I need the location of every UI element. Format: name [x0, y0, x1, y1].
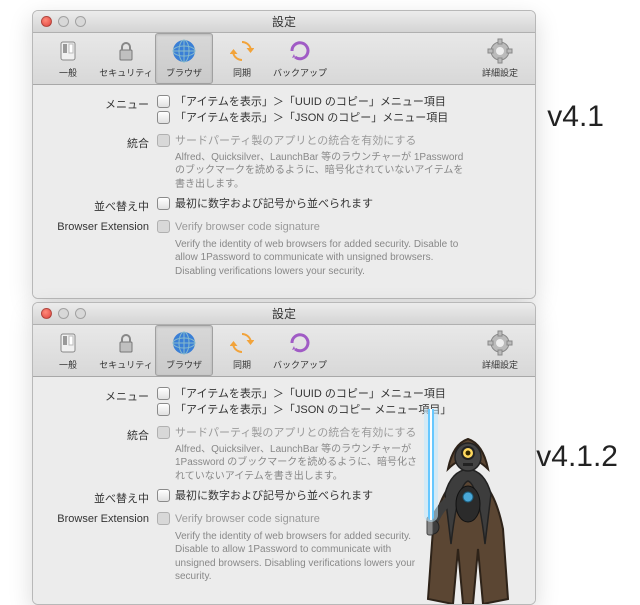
- tab-sync-label: 同期: [233, 66, 251, 79]
- browser-ext-desc: Verify the identity of web browsers for …: [157, 530, 417, 584]
- backup-icon: [287, 38, 313, 64]
- integration-label: 統合: [47, 134, 157, 151]
- content-area: メニュー 「アイテムを表示」＞「UUID のコピー」メニュー項目 「アイテムを表…: [33, 85, 535, 298]
- checkbox-json[interactable]: [157, 111, 170, 124]
- window-title: 設定: [272, 13, 296, 30]
- tab-backup[interactable]: バックアップ: [271, 325, 329, 376]
- browser-ext-label: Browser Extension: [47, 220, 157, 233]
- window-title: 設定: [272, 305, 296, 322]
- sync-icon: [229, 330, 255, 356]
- globe-icon: [171, 330, 197, 356]
- checkbox-sort-label: 最初に数字および記号から並べられます: [175, 197, 373, 211]
- tab-advanced-label: 詳細設定: [482, 66, 518, 79]
- checkbox-uuid[interactable]: [157, 387, 170, 400]
- preferences-window-v412: 設定 一般 セキュリティ ブラウザ 同期: [32, 302, 536, 605]
- gear-icon: [487, 330, 513, 356]
- globe-icon: [171, 38, 197, 64]
- checkbox-sort[interactable]: [157, 489, 170, 502]
- checkbox-uuid[interactable]: [157, 95, 170, 108]
- titlebar: 設定: [33, 11, 535, 33]
- tab-general-label: 一般: [59, 66, 77, 79]
- row-browser-ext: Browser Extension Verify browser code si…: [47, 512, 521, 583]
- row-sort: 並べ替え中 最初に数字および記号から並べられます: [47, 489, 521, 506]
- sort-label: 並べ替え中: [47, 489, 157, 506]
- checkbox-uuid-label: 「アイテムを表示」＞「UUID のコピー」メニュー項目: [175, 95, 446, 109]
- integration-desc: Alfred、Quicksilver、LaunchBar 等のラウンチャーが 1…: [157, 151, 467, 192]
- lock-icon: [113, 38, 139, 64]
- checkbox-json[interactable]: [157, 403, 170, 416]
- row-menu: メニュー 「アイテムを表示」＞「UUID のコピー」メニュー項目 「アイテムを表…: [47, 387, 521, 420]
- tab-backup-label: バックアップ: [273, 66, 327, 79]
- traffic-lights: [41, 308, 86, 319]
- tab-security[interactable]: セキュリティ: [97, 325, 155, 376]
- switch-icon: [55, 38, 81, 64]
- menu-label: メニュー: [47, 95, 157, 112]
- version-label-41: v4.1: [547, 100, 604, 134]
- checkbox-json-label: 「アイテムを表示」＞「JSON のコピー」メニュー項目: [175, 111, 448, 125]
- tab-browser[interactable]: ブラウザ: [155, 33, 213, 84]
- row-sort: 並べ替え中 最初に数字および記号から並べられます: [47, 197, 521, 214]
- checkbox-verify[interactable]: [157, 220, 170, 233]
- browser-ext-desc: Verify the identity of web browsers for …: [157, 238, 467, 279]
- gear-icon: [487, 38, 513, 64]
- tab-sync[interactable]: 同期: [213, 325, 271, 376]
- checkbox-sort[interactable]: [157, 197, 170, 210]
- minimize-button[interactable]: [58, 16, 69, 27]
- preferences-window-v41: 設定 一般 セキュリティ ブラウザ 同期: [32, 10, 536, 299]
- tab-browser-label: ブラウザ: [166, 66, 202, 79]
- switch-icon: [55, 330, 81, 356]
- tab-advanced[interactable]: 詳細設定: [471, 325, 529, 376]
- tab-general[interactable]: 一般: [39, 325, 97, 376]
- browser-ext-label: Browser Extension: [47, 512, 157, 525]
- checkbox-verify-label: Verify browser code signature: [175, 512, 320, 526]
- checkbox-integration-label: サードパーティ製のアプリとの統合を有効にする: [175, 134, 416, 148]
- checkbox-verify-label: Verify browser code signature: [175, 220, 320, 234]
- row-integration: 統合 サードパーティ製のアプリとの統合を有効にする Alfred、Quicksi…: [47, 134, 521, 192]
- close-button[interactable]: [41, 308, 52, 319]
- close-button[interactable]: [41, 16, 52, 27]
- checkbox-integration[interactable]: [157, 426, 170, 439]
- toolbar: 一般 セキュリティ ブラウザ 同期 バックアップ: [33, 325, 535, 377]
- tab-sync[interactable]: 同期: [213, 33, 271, 84]
- checkbox-json-label: 「アイテムを表示」＞「JSON のコピー メニュー項目」: [175, 403, 451, 417]
- tab-general-label: 一般: [59, 358, 77, 371]
- backup-icon: [287, 330, 313, 356]
- traffic-lights: [41, 16, 86, 27]
- maximize-button[interactable]: [75, 308, 86, 319]
- sync-icon: [229, 38, 255, 64]
- menu-label: メニュー: [47, 387, 157, 404]
- titlebar: 設定: [33, 303, 535, 325]
- content-area: メニュー 「アイテムを表示」＞「UUID のコピー」メニュー項目 「アイテムを表…: [33, 377, 535, 604]
- tab-general[interactable]: 一般: [39, 33, 97, 84]
- integration-label: 統合: [47, 426, 157, 443]
- tab-backup[interactable]: バックアップ: [271, 33, 329, 84]
- sort-label: 並べ替え中: [47, 197, 157, 214]
- checkbox-sort-label: 最初に数字および記号から並べられます: [175, 489, 373, 503]
- checkbox-verify[interactable]: [157, 512, 170, 525]
- tab-security[interactable]: セキュリティ: [97, 33, 155, 84]
- row-integration: 統合 サードパーティ製のアプリとの統合を有効にする Alfred、Quicksi…: [47, 426, 521, 484]
- tab-backup-label: バックアップ: [273, 358, 327, 371]
- lock-icon: [113, 330, 139, 356]
- checkbox-integration-label: サードパーティ製のアプリとの統合を有効にする: [175, 426, 416, 440]
- maximize-button[interactable]: [75, 16, 86, 27]
- version-label-412: v4.1.2: [536, 440, 618, 474]
- checkbox-integration[interactable]: [157, 134, 170, 147]
- tab-advanced[interactable]: 詳細設定: [471, 33, 529, 84]
- row-browser-ext: Browser Extension Verify browser code si…: [47, 220, 521, 278]
- tab-browser[interactable]: ブラウザ: [155, 325, 213, 376]
- minimize-button[interactable]: [58, 308, 69, 319]
- tab-sync-label: 同期: [233, 358, 251, 371]
- row-menu: メニュー 「アイテムを表示」＞「UUID のコピー」メニュー項目 「アイテムを表…: [47, 95, 521, 128]
- tab-security-label: セキュリティ: [99, 358, 152, 371]
- integration-desc: Alfred、Quicksilver、LaunchBar 等のラウンチャーが 1…: [157, 443, 417, 484]
- tab-advanced-label: 詳細設定: [482, 358, 518, 371]
- tab-security-label: セキュリティ: [99, 66, 152, 79]
- tab-browser-label: ブラウザ: [166, 358, 202, 371]
- checkbox-uuid-label: 「アイテムを表示」＞「UUID のコピー」メニュー項目: [175, 387, 446, 401]
- toolbar: 一般 セキュリティ ブラウザ 同期 バックアップ: [33, 33, 535, 85]
